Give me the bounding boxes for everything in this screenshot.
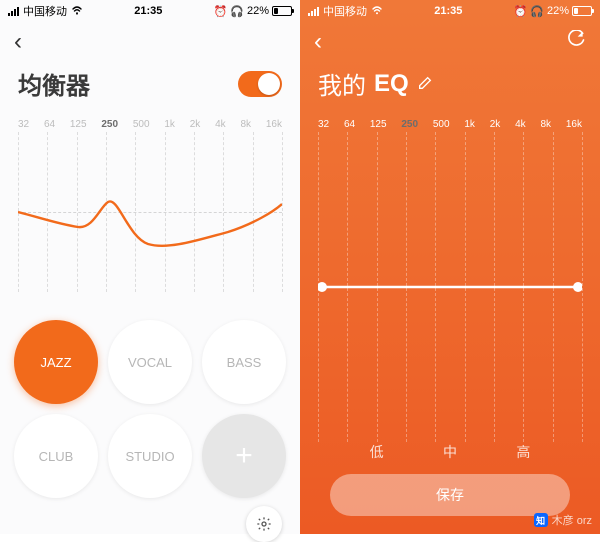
eq-curve (18, 132, 282, 292)
tone-tabs: 低中高 (300, 442, 600, 474)
alarm-icon: ⏰ (514, 5, 528, 18)
freq-label: 2k (490, 119, 501, 130)
tone-tab[interactable]: 低 (370, 442, 384, 462)
battery-pct: 22% (547, 5, 569, 17)
edit-icon[interactable] (417, 70, 433, 98)
preset-bass[interactable]: BASS (202, 320, 286, 404)
grid-line (282, 132, 283, 292)
battery-icon (272, 6, 292, 16)
page-title: 我的 EQ (318, 66, 433, 101)
watermark-text: 木彦 orz (552, 512, 592, 528)
freq-label: 16k (566, 119, 582, 130)
freq-label: 250 (101, 119, 118, 130)
battery-pct: 22% (247, 5, 269, 17)
status-bar: 中国移动 21:35 ⏰ 🎧 22% (0, 0, 300, 22)
tone-tab[interactable]: 高 (516, 442, 530, 462)
signal-icon (8, 7, 19, 16)
settings-button[interactable] (246, 506, 282, 542)
freq-label: 32 (18, 119, 29, 130)
clock: 21:35 (134, 5, 162, 17)
eq-line[interactable] (318, 132, 582, 442)
alarm-icon: ⏰ (214, 5, 228, 18)
signal-icon (308, 7, 319, 16)
freq-label: 4k (515, 119, 526, 130)
headphones-icon: 🎧 (230, 5, 244, 18)
grid-line (582, 132, 583, 442)
title-part-a: 我的 (318, 66, 366, 101)
save-button[interactable]: 保存 (330, 474, 570, 516)
freq-label: 64 (44, 119, 55, 130)
eq-toggle[interactable] (238, 71, 282, 97)
add-preset-button[interactable]: + (202, 414, 286, 498)
freq-label: 1k (464, 119, 475, 130)
title-part-b: EQ (374, 70, 409, 98)
zhihu-icon: 知 (534, 513, 548, 527)
tone-tab[interactable]: 中 (443, 442, 457, 462)
preset-grid: JAZZVOCALBASS CLUBSTUDIO+ (0, 292, 300, 498)
eq-editor[interactable] (318, 132, 582, 442)
preset-club[interactable]: CLUB (14, 414, 98, 498)
wifi-icon (71, 5, 83, 18)
freq-label: 4k (215, 119, 226, 130)
freq-label: 1k (164, 119, 175, 130)
freq-label: 8k (241, 119, 252, 130)
freq-label: 500 (133, 119, 150, 130)
battery-icon (572, 6, 592, 16)
preset-vocal[interactable]: VOCAL (108, 320, 192, 404)
freq-label: 125 (370, 119, 387, 130)
freq-label: 500 (433, 119, 450, 130)
back-button[interactable]: ‹ (14, 30, 22, 54)
wifi-icon (371, 5, 383, 18)
freq-axis: 32 64 125 250 500 1k 2k 4k 8k 16k (300, 111, 600, 132)
watermark: 知 木彦 orz (534, 512, 592, 528)
freq-label: 32 (318, 119, 329, 130)
carrier-label: 中国移动 (23, 3, 67, 19)
freq-label: 125 (70, 119, 87, 130)
clock: 21:35 (434, 5, 462, 17)
freq-label: 2k (190, 119, 201, 130)
headphones-icon: 🎧 (530, 5, 544, 18)
carrier-label: 中国移动 (323, 3, 367, 19)
preset-studio[interactable]: STUDIO (108, 414, 192, 498)
preset-jazz[interactable]: JAZZ (14, 320, 98, 404)
freq-label: 250 (401, 119, 418, 130)
page-title: 均衡器 (18, 66, 90, 101)
status-bar: 中国移动 21:35 ⏰ 🎧 22% (300, 0, 600, 22)
freq-label: 8k (541, 119, 552, 130)
reset-button[interactable] (566, 30, 586, 55)
freq-axis: 32 64 125 250 500 1k 2k 4k 8k 16k (0, 111, 300, 132)
freq-label: 16k (266, 119, 282, 130)
back-button[interactable]: ‹ (314, 30, 322, 54)
freq-label: 64 (344, 119, 355, 130)
eq-chart[interactable] (18, 132, 282, 292)
